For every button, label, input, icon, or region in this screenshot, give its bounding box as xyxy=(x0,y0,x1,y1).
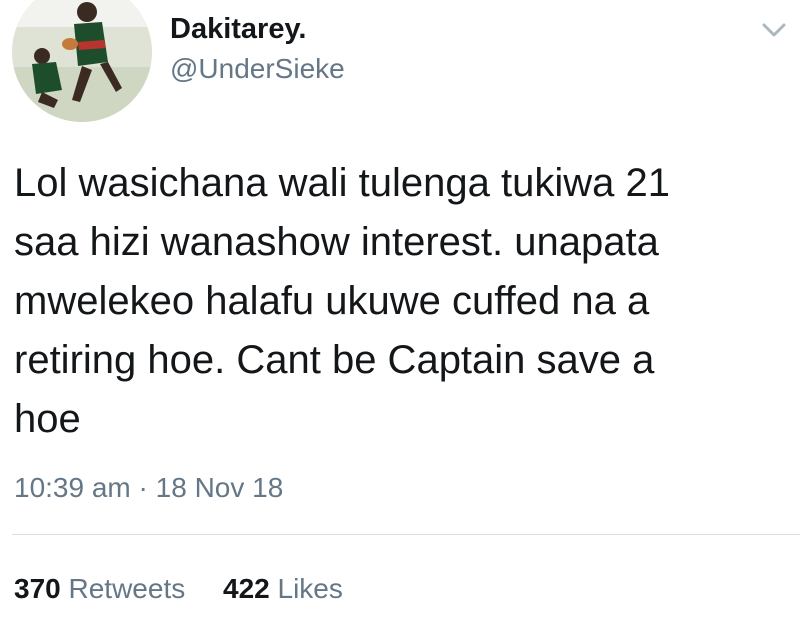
tweet-header: Dakitarey. @UnderSieke xyxy=(12,0,792,122)
likes-count: 422 xyxy=(223,573,270,604)
meta-separator: · xyxy=(138,472,148,503)
retweets-label: Retweets xyxy=(68,573,186,604)
likes-label: Likes xyxy=(277,573,343,604)
tweet-stats: 370 Retweets 422 Likes xyxy=(14,571,373,607)
chevron-down-icon[interactable] xyxy=(760,20,788,40)
user-handle[interactable]: @UnderSieke xyxy=(170,50,345,88)
display-name[interactable]: Dakitarey. xyxy=(170,10,345,48)
tweet-card: Dakitarey. @UnderSieke Lol wasichana wal… xyxy=(0,0,800,629)
rugby-player-avatar-image xyxy=(12,0,152,122)
retweets-count: 370 xyxy=(14,573,61,604)
tweet-timestamp[interactable]: 10:39 am · 18 Nov 18 xyxy=(14,470,283,506)
tweet-text: Lol wasichana wali tulenga tukiwa 21 saa… xyxy=(14,161,670,441)
tweet-time: 10:39 am xyxy=(14,472,131,503)
user-names: Dakitarey. @UnderSieke xyxy=(170,10,345,88)
divider xyxy=(12,534,800,535)
tweet-date: 18 Nov 18 xyxy=(155,472,284,503)
likes-stat[interactable]: 422 Likes xyxy=(223,573,343,604)
retweets-stat[interactable]: 370 Retweets xyxy=(14,573,193,604)
avatar[interactable] xyxy=(12,0,152,122)
